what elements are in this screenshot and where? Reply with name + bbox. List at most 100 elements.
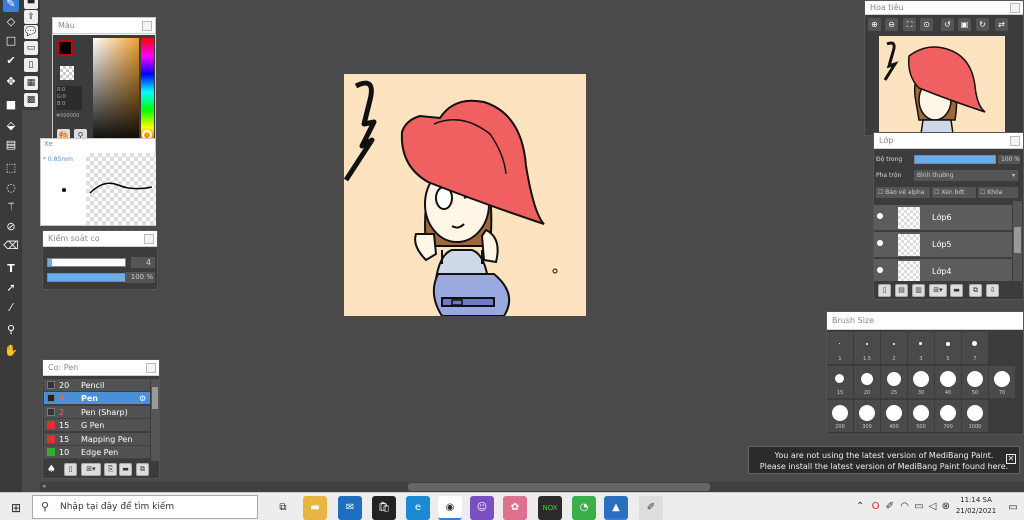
size-cell[interactable]: 700 xyxy=(935,400,961,432)
brush-item[interactable]: 15 Mapping Pen xyxy=(44,433,150,446)
size-cell[interactable]: 3 xyxy=(908,332,934,364)
visibility-eye-icon[interactable] xyxy=(877,213,883,219)
layer-item[interactable]: Lớp4 xyxy=(874,259,1012,281)
anime-app-icon[interactable]: ✿ xyxy=(503,496,527,520)
store-icon[interactable]: 🛍 xyxy=(372,496,396,520)
notification-close-icon[interactable]: ✕ xyxy=(1006,454,1016,464)
size-cell[interactable]: 40 xyxy=(935,366,961,398)
snap-icon[interactable]: ▬ xyxy=(24,0,38,9)
scroll-left-arrow-icon[interactable]: ◂ xyxy=(42,482,46,490)
brush-item[interactable]: 2 Pen (Sharp) xyxy=(44,406,150,419)
size-cell[interactable]: 200 xyxy=(827,400,853,432)
task-view-icon[interactable]: ⧉ xyxy=(271,496,295,520)
language-indicator-icon[interactable]: ⊗ xyxy=(942,501,950,512)
layer-list-scrollbar[interactable] xyxy=(1013,201,1022,281)
layer-list-scroll-thumb[interactable] xyxy=(1014,227,1021,253)
layer-item[interactable]: Lớp6 xyxy=(874,205,1012,231)
visibility-eye-icon[interactable] xyxy=(877,267,883,273)
blend-mode-select[interactable]: Bình thường ▾ xyxy=(914,170,1018,181)
brush-list-close-button[interactable] xyxy=(146,363,156,373)
background-color-swatch[interactable] xyxy=(60,66,74,80)
foreground-color-swatch[interactable] xyxy=(57,40,73,56)
opacity-value[interactable]: 100 % xyxy=(125,272,155,283)
eyedropper-tool-icon[interactable]: ⚲ xyxy=(3,322,19,338)
page-icon[interactable]: ▯ xyxy=(24,58,38,72)
lasso-tool-icon[interactable]: ◌ xyxy=(3,180,19,196)
medibang-tray-icon[interactable]: ✐ xyxy=(886,501,894,512)
size-cell[interactable]: 50 xyxy=(962,366,988,398)
new-8bit-layer-icon[interactable]: ▥ xyxy=(912,284,925,297)
actual-size-icon[interactable]: ⊙ xyxy=(920,18,933,31)
medibang-paint-icon[interactable]: ▲ xyxy=(604,496,628,520)
size-cell[interactable]: 30 xyxy=(908,366,934,398)
hand-tool-icon[interactable]: ✋ xyxy=(3,343,19,359)
hex-value[interactable]: #000000 xyxy=(56,113,79,119)
divide-tool-icon[interactable]: ⁄ xyxy=(3,300,19,316)
windows-start-icon[interactable]: ⊞ xyxy=(4,496,28,520)
pen-tool-icon[interactable]: ✎ xyxy=(3,0,19,12)
color-panel-close-button[interactable] xyxy=(142,21,152,31)
edge-browser-icon[interactable]: e xyxy=(406,496,430,520)
select-pen-tool-icon[interactable]: ⊘ xyxy=(3,219,19,235)
size-cell[interactable]: 15 xyxy=(827,366,853,398)
file-explorer-icon[interactable]: ▬ xyxy=(303,496,327,520)
volume-icon[interactable]: ◁ xyxy=(929,501,937,512)
brush-app-icon[interactable]: ✐ xyxy=(639,496,663,520)
size-value[interactable]: 4 xyxy=(131,257,155,268)
export-icon[interactable]: ⇪ xyxy=(24,10,38,24)
battery-icon[interactable]: ▭ xyxy=(914,501,923,512)
gradient-tool-icon[interactable]: ▤ xyxy=(3,137,19,153)
clipping-checkbox[interactable]: ☐ Xén bớt xyxy=(932,187,976,198)
size-cell[interactable]: 25 xyxy=(881,366,907,398)
opera-tray-icon[interactable]: O xyxy=(872,501,880,512)
brush-item[interactable]: 15 G Pen xyxy=(44,419,150,432)
move-tool-icon[interactable]: ✥ xyxy=(3,74,19,90)
size-cell[interactable]: 1.5 xyxy=(854,332,880,364)
brush-list-scrollbar[interactable] xyxy=(151,379,159,461)
nox-player-icon[interactable]: NOX xyxy=(538,496,562,520)
lock-checkbox[interactable]: ☐ Khóa xyxy=(978,187,1018,198)
zoom-in-icon[interactable]: ⊕ xyxy=(868,18,881,31)
brush-control-close-button[interactable] xyxy=(144,234,154,244)
grid-icon[interactable]: ▩ xyxy=(24,93,38,107)
fit-screen-icon[interactable]: ⛶ xyxy=(903,18,916,31)
rotate-right-icon[interactable]: ↻ xyxy=(976,18,989,31)
opacity-slider[interactable] xyxy=(47,273,126,282)
panel-icon[interactable]: ▦ xyxy=(24,76,38,90)
text-tool-icon[interactable]: T xyxy=(3,261,19,277)
zoom-out-icon[interactable]: ⊖ xyxy=(885,18,898,31)
layer-folder-icon[interactable]: ▬ xyxy=(950,284,963,297)
size-cell-selected[interactable]: 7 xyxy=(962,332,988,364)
layers-close-button[interactable] xyxy=(1010,136,1020,146)
brush-folder-icon[interactable]: ▬ xyxy=(119,463,132,476)
brush-settings-gear-icon[interactable]: ⚙ xyxy=(139,392,146,405)
fill-rect-tool-icon[interactable]: ■ xyxy=(3,97,19,113)
layer-item[interactable]: Lớp5 xyxy=(874,232,1012,258)
select-eraser-tool-icon[interactable]: ⌫ xyxy=(3,238,19,254)
operation-tool-icon[interactable]: ➚ xyxy=(3,280,19,296)
new-layer-icon[interactable]: ▯ xyxy=(878,284,891,297)
size-cell[interactable]: 70 xyxy=(989,366,1015,398)
brush-options-icon[interactable]: ⊞▾ xyxy=(81,463,101,476)
drawing-canvas[interactable] xyxy=(344,74,586,316)
rotate-left-icon[interactable]: ↺ xyxy=(941,18,954,31)
size-cell[interactable]: 2 xyxy=(881,332,907,364)
brush-pack-icon[interactable]: ♠ xyxy=(47,463,60,476)
eraser-tool-icon[interactable]: ◇ xyxy=(3,14,19,30)
dot-tool-icon[interactable]: □ xyxy=(3,33,19,49)
merge-layer-icon[interactable]: ⇩ xyxy=(986,284,999,297)
brush-item-selected[interactable]: 4 Pen ⚙ xyxy=(44,392,150,405)
navigator-close-button[interactable] xyxy=(1010,3,1020,13)
layer-menu-icon[interactable]: ⊞▾ xyxy=(929,284,947,297)
chrome-browser-icon[interactable]: ◉ xyxy=(438,496,462,520)
size-cell[interactable]: 300 xyxy=(854,400,880,432)
taskbar-search-box[interactable]: ⚲ Nhập tại đây để tìm kiếm xyxy=(32,495,258,519)
brush-item[interactable]: 10 Edge Pen xyxy=(44,446,150,459)
protect-alpha-checkbox[interactable]: ☐ Bảo vệ alpha xyxy=(876,187,930,198)
bucket-tool-icon[interactable]: ⬙ xyxy=(3,118,19,134)
size-cell[interactable]: 1 xyxy=(827,332,853,364)
size-cell[interactable]: 5 xyxy=(935,332,961,364)
green-app-icon[interactable]: ◔ xyxy=(572,496,596,520)
wifi-icon[interactable]: ◠ xyxy=(900,501,909,512)
rect-select-tool-icon[interactable]: ⬚ xyxy=(3,160,19,176)
